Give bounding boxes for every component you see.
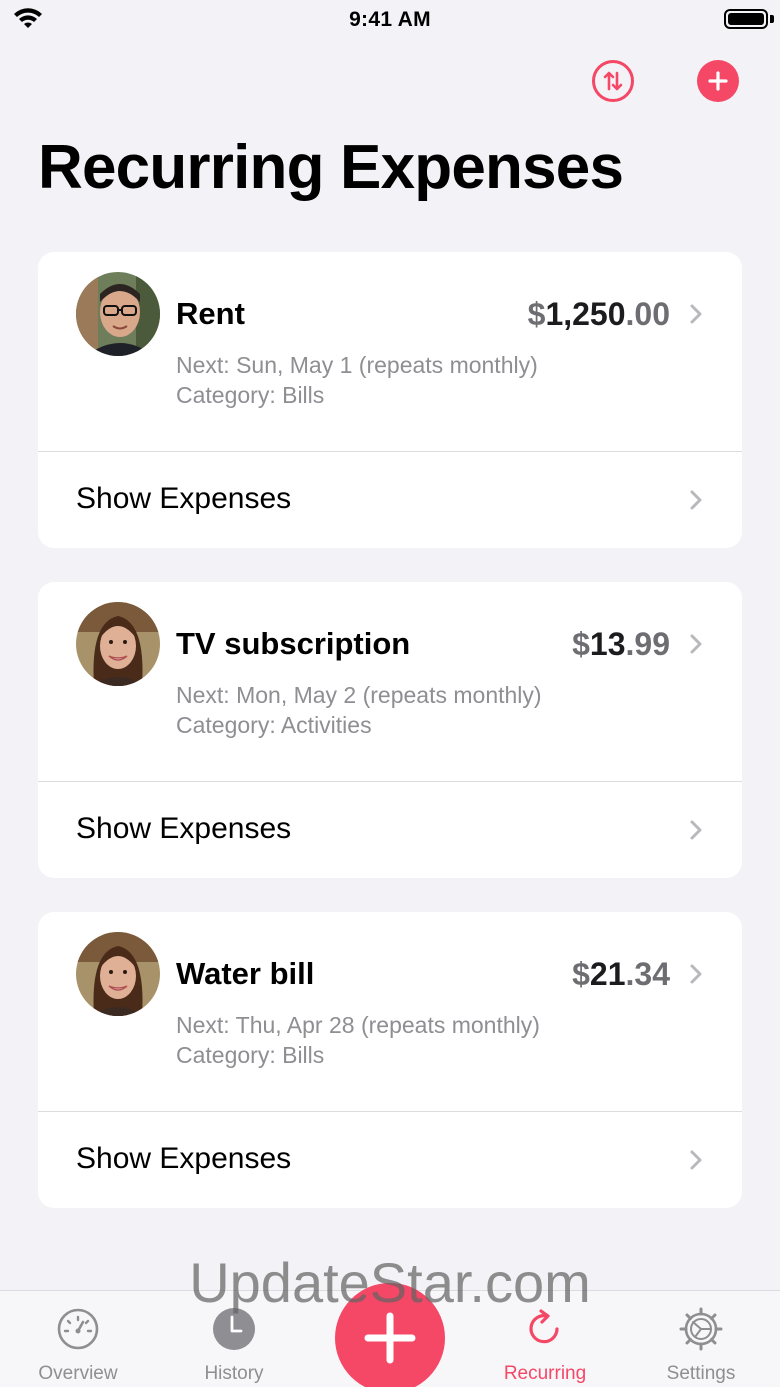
add-recurring-button[interactable] bbox=[697, 60, 739, 102]
tab-label: Settings bbox=[666, 1363, 736, 1384]
expense-name: Rent bbox=[176, 296, 245, 331]
show-expenses-row[interactable]: Show Expenses bbox=[38, 782, 742, 878]
status-time: 9:41 AM bbox=[349, 8, 431, 31]
expense-amount: $1,250.00 bbox=[527, 296, 670, 332]
chevron-right-icon bbox=[690, 1150, 702, 1170]
expense-next-date: Next: Mon, May 2 (repeats monthly) bbox=[176, 682, 542, 708]
tab-settings[interactable]: Settings bbox=[631, 1291, 771, 1387]
battery-icon bbox=[724, 9, 768, 29]
show-expenses-row[interactable]: Show Expenses bbox=[38, 452, 742, 548]
expense-row[interactable]: Water bill $21.34 Next: Thu, Apr 28 (rep… bbox=[38, 912, 742, 1112]
tab-recurring[interactable]: Recurring bbox=[475, 1291, 615, 1387]
expense-meta: Next: Mon, May 2 (repeats monthly) Categ… bbox=[176, 680, 542, 740]
chevron-right-icon bbox=[690, 820, 702, 840]
tab-overview[interactable]: Overview bbox=[8, 1291, 148, 1387]
sort-button[interactable] bbox=[592, 60, 634, 102]
expense-category: Category: Bills bbox=[176, 382, 325, 408]
quick-add-expense-button[interactable] bbox=[335, 1283, 445, 1387]
expense-category: Category: Bills bbox=[176, 1042, 325, 1068]
chevron-right-icon bbox=[690, 304, 702, 324]
show-expenses-label: Show Expenses bbox=[76, 482, 292, 515]
tab-history[interactable]: History bbox=[164, 1291, 304, 1387]
avatar bbox=[76, 602, 160, 686]
chevron-right-icon bbox=[690, 634, 702, 654]
expense-row[interactable]: TV subscription $13.99 Next: Mon, May 2 … bbox=[38, 582, 742, 782]
page-title: Recurring Expenses bbox=[38, 133, 624, 202]
expense-next-date: Next: Sun, May 1 (repeats monthly) bbox=[176, 352, 538, 378]
refresh-icon bbox=[529, 1309, 559, 1344]
expense-meta: Next: Sun, May 1 (repeats monthly) Categ… bbox=[176, 350, 538, 410]
chevron-right-icon bbox=[690, 490, 702, 510]
sort-arrows-icon bbox=[603, 71, 623, 91]
plus-icon bbox=[708, 71, 728, 91]
clock-icon bbox=[213, 1308, 255, 1350]
expense-card-water-bill: Water bill $21.34 Next: Thu, Apr 28 (rep… bbox=[38, 912, 742, 1208]
expense-category: Category: Activities bbox=[176, 712, 372, 738]
gear-icon bbox=[679, 1307, 723, 1351]
show-expenses-label: Show Expenses bbox=[76, 1142, 292, 1175]
avatar bbox=[76, 932, 160, 1016]
status-bar: 9:41 AM bbox=[0, 0, 780, 40]
gauge-icon bbox=[57, 1308, 99, 1350]
show-expenses-label: Show Expenses bbox=[76, 812, 292, 845]
expense-amount: $21.34 bbox=[572, 956, 670, 992]
avatar bbox=[76, 272, 160, 356]
tab-label: Recurring bbox=[503, 1363, 587, 1384]
expense-name: TV subscription bbox=[176, 626, 411, 661]
expense-next-date: Next: Thu, Apr 28 (repeats monthly) bbox=[176, 1012, 540, 1038]
tab-label: Overview bbox=[38, 1363, 118, 1384]
show-expenses-row[interactable]: Show Expenses bbox=[38, 1112, 742, 1208]
expense-card-rent: Rent $1,250.00 Next: Sun, May 1 (repeats… bbox=[38, 252, 742, 548]
plus-icon bbox=[364, 1312, 416, 1364]
tab-label: History bbox=[204, 1363, 264, 1384]
expense-amount: $13.99 bbox=[572, 626, 670, 662]
expense-row[interactable]: Rent $1,250.00 Next: Sun, May 1 (repeats… bbox=[38, 252, 742, 452]
chevron-right-icon bbox=[690, 964, 702, 984]
expense-name: Water bill bbox=[176, 956, 315, 991]
expense-meta: Next: Thu, Apr 28 (repeats monthly) Cate… bbox=[176, 1010, 540, 1070]
expense-card-tv-subscription: TV subscription $13.99 Next: Mon, May 2 … bbox=[38, 582, 742, 878]
